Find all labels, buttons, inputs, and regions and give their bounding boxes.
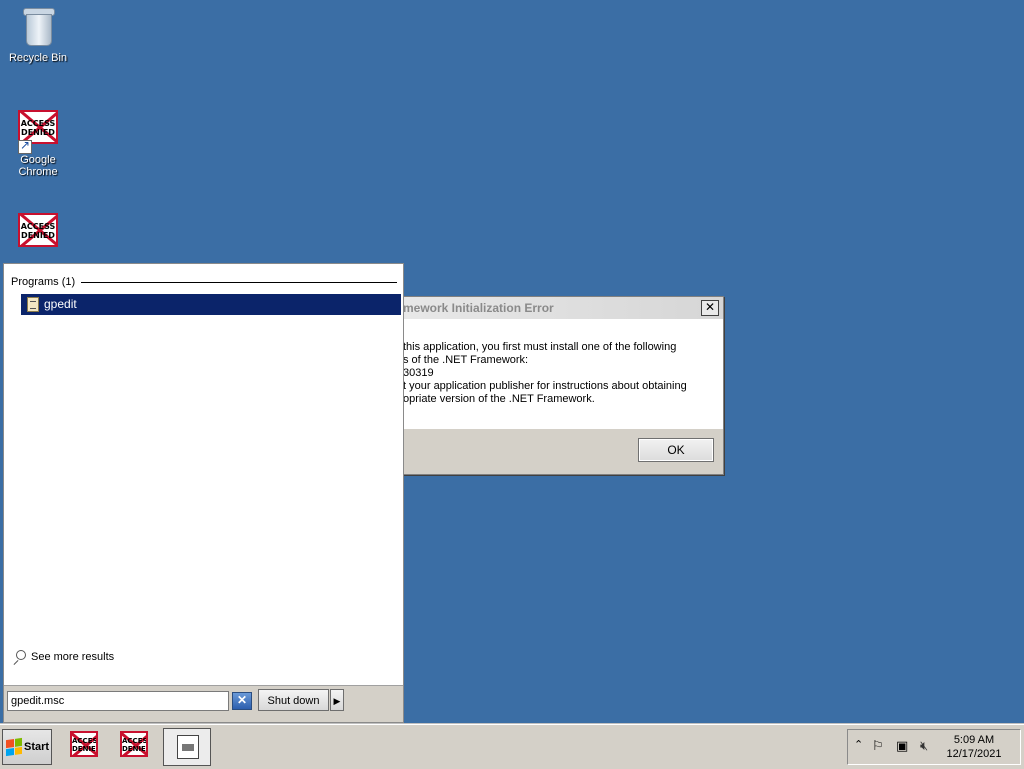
start-menu-bottom-bar: ✕ Shut down ▶	[4, 685, 403, 722]
search-result-label: gpedit	[44, 297, 77, 311]
dialog-title: mework Initialization Error	[399, 297, 723, 319]
action-center-flag-icon[interactable]: ⚐	[872, 739, 884, 754]
taskbar-pinned-app[interactable]: ACCESS DENIED	[117, 731, 151, 761]
dialog-message: this application, you first must install…	[399, 319, 723, 429]
notification-area: ⌃ ⚐ ▣ 🔇︎ 5:09 AM 12/17/2021	[847, 729, 1021, 765]
system-clock[interactable]: 5:09 AM 12/17/2021	[942, 733, 1006, 761]
ok-button[interactable]: OK	[638, 438, 714, 462]
access-denied-text: ACCESS DENIED	[122, 737, 148, 753]
clock-date: 12/17/2021	[946, 748, 1002, 760]
access-denied-text: ACCESS DENIED	[20, 222, 56, 240]
dialog-close-button[interactable]: ✕	[701, 300, 719, 316]
error-dialog: mework Initialization Error ✕ this appli…	[398, 296, 724, 475]
magnifier-icon	[12, 650, 26, 664]
clock-time: 5:09 AM	[953, 734, 995, 746]
taskbar-active-app[interactable]	[163, 728, 211, 766]
group-divider	[81, 281, 397, 283]
desktop-icon-label: Google Chrome	[18, 154, 58, 178]
application-window-icon	[177, 735, 199, 759]
see-more-results-link[interactable]: See more results	[12, 650, 114, 664]
start-menu: Programs (1) gpedit See more results ✕ S…	[3, 263, 404, 723]
dialog-message-line: opriate version of the .NET Framework.	[403, 393, 595, 405]
programs-group-header: Programs (1)	[11, 275, 397, 289]
program-file-icon	[27, 297, 39, 312]
access-denied-icon: ACCESS DENIED	[18, 213, 58, 253]
see-more-results-label: See more results	[31, 651, 115, 663]
desktop-icon-recycle-bin[interactable]: Recycle Bin	[0, 8, 76, 64]
show-hidden-icons-icon[interactable]: ⌃	[854, 738, 863, 751]
start-label: Start	[24, 741, 50, 753]
shutdown-options-arrow-icon[interactable]: ▶	[330, 689, 344, 711]
desktop-icon-unnamed[interactable]: ACCESS DENIED	[0, 213, 76, 257]
start-button[interactable]: Start	[2, 729, 52, 765]
access-denied-icon: ACCESS DENIED	[18, 110, 58, 154]
desktop-icon-label: Recycle Bin	[8, 52, 68, 64]
access-denied-text: ACCESS DENIED	[20, 119, 56, 137]
start-search-input[interactable]	[11, 695, 225, 707]
clear-search-button[interactable]: ✕	[232, 692, 252, 710]
volume-muted-icon[interactable]: 🔇︎	[920, 739, 928, 754]
access-denied-text: ACCESS DENIED	[72, 737, 98, 753]
dialog-message-line: s of the .NET Framework:	[403, 354, 529, 366]
search-result-gpedit[interactable]: gpedit	[21, 294, 401, 315]
dialog-message-line: 30319	[403, 367, 434, 379]
access-denied-icon: ACCESS DENIED	[120, 731, 148, 757]
shutdown-button[interactable]: Shut down	[258, 689, 329, 711]
dialog-message-line: this application, you first must install…	[403, 341, 677, 353]
shortcut-arrow-icon	[18, 138, 32, 154]
access-denied-icon: ACCESS DENIED	[70, 731, 98, 757]
desktop-icon-google-chrome[interactable]: ACCESS DENIED Google Chrome	[0, 110, 76, 178]
windows-logo-icon	[6, 737, 22, 757]
start-search-box[interactable]	[7, 691, 229, 711]
recycle-bin-icon	[18, 8, 58, 48]
programs-group-label: Programs (1)	[11, 276, 76, 288]
taskbar-pinned-app[interactable]: ACCESS DENIED	[67, 731, 101, 761]
taskbar: Start ACCESS DENIED ACCESS DENIED ⌃ ⚐ ▣ …	[0, 724, 1024, 769]
network-icon[interactable]: ▣	[896, 739, 908, 754]
dialog-message-line: t your application publisher for instruc…	[403, 380, 687, 392]
